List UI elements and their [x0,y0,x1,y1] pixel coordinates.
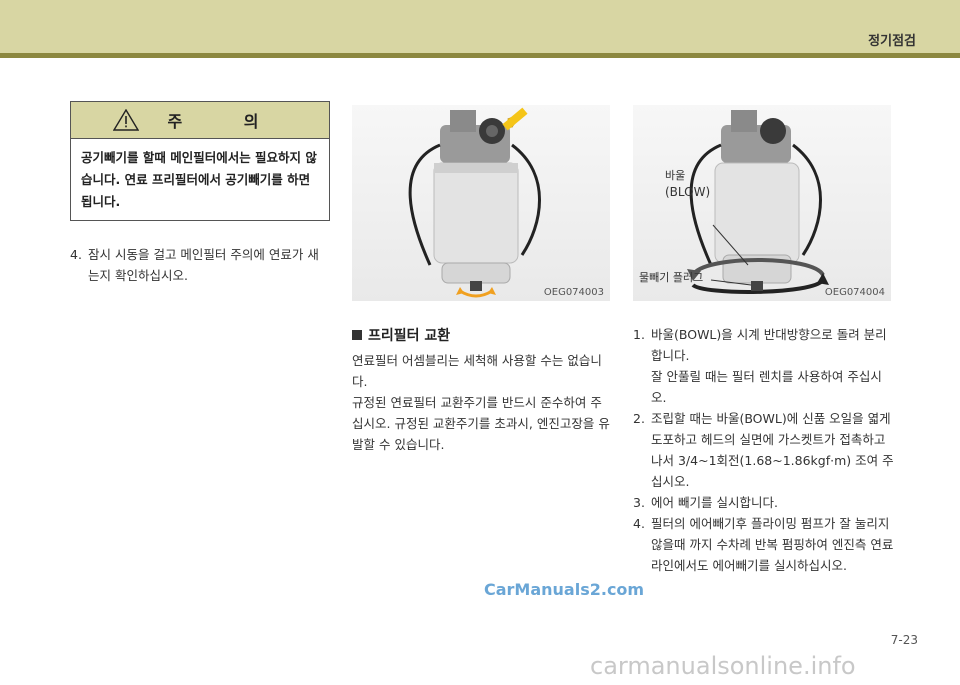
drain-plug-label: 물빼기 플러그 [639,271,704,284]
paragraph: 규정된 연료필터 교환주기를 반드시 준수하여 주십시오. 규정된 교환주기를 … [352,395,610,452]
photo-code: OEG074004 [824,287,885,298]
list-item: 잘 안풀릴 때는 필터 렌치를 사용하여 주십시오. [651,369,882,405]
list-item: 1. 바울(BOWL)을 시계 반대방향으로 돌려 분리합니다. [633,327,887,363]
section-heading: 프리필터 교환 [352,325,450,345]
list-item: 2. 조립할 때는 바울(BOWL)에 신품 오일을 엷게 도포하고 헤드의 실… [633,411,894,489]
square-bullet-icon [352,330,362,340]
caution-title: 주 의 [167,112,287,131]
watermark-carmanualsonline: carmanualsonline.info [590,652,856,680]
header-divider [0,53,960,58]
warning-icon [113,109,140,131]
filter-photo-1: OEG074003 [352,105,610,301]
list-item: 3. 에어 빼기를 실시합니다. [633,495,778,510]
middle-paragraphs: 연료필터 어셈블리는 세척해 사용할 수는 없습니다. 규정된 연료필터 교환주… [352,350,610,455]
list-item: 4. 필터의 에어빼기후 플라이밍 펌프가 잘 눌리지 않을때 까지 수차례 반… [633,516,894,573]
caution-box: 주 의 공기빼기를 할때 메인필터에서는 필요하지 않습니다. 연료 프리필터에… [70,101,330,221]
left-steps: 4. 잠시 시동을 걸고 메인필터 주의에 연료가 새는지 확인하십시오. [70,244,330,286]
fuel-filter-illustration [408,107,541,298]
watermark-carmanuals2: CarManuals2.com [484,580,645,599]
filter-photo-2: 바울 (BLOW) 물빼기 플러그 OEG074004 [633,105,891,301]
section-title: 정기점검 [868,34,916,49]
bowl-label: 바울 [665,169,686,182]
page-number: 7-23 [890,633,918,647]
paragraph: 연료필터 어셈블리는 세척해 사용할 수는 없습니다. [352,353,602,389]
caution-text: 공기빼기를 할때 메인필터에서는 필요하지 않습니다. 연료 프리필터에서 공기… [81,150,317,209]
header-bar [0,0,960,53]
list-item: 4. 잠시 시동을 걸고 메인필터 주의에 연료가 새는지 확인하십시오. [70,247,319,283]
right-steps: 1. 바울(BOWL)을 시계 반대방향으로 돌려 분리합니다. 잘 안풀릴 때… [633,324,895,576]
photo-code: OEG074003 [543,287,604,298]
caution-header: 주 의 [71,102,329,139]
bowl-label-en: (BLOW) [665,185,711,199]
